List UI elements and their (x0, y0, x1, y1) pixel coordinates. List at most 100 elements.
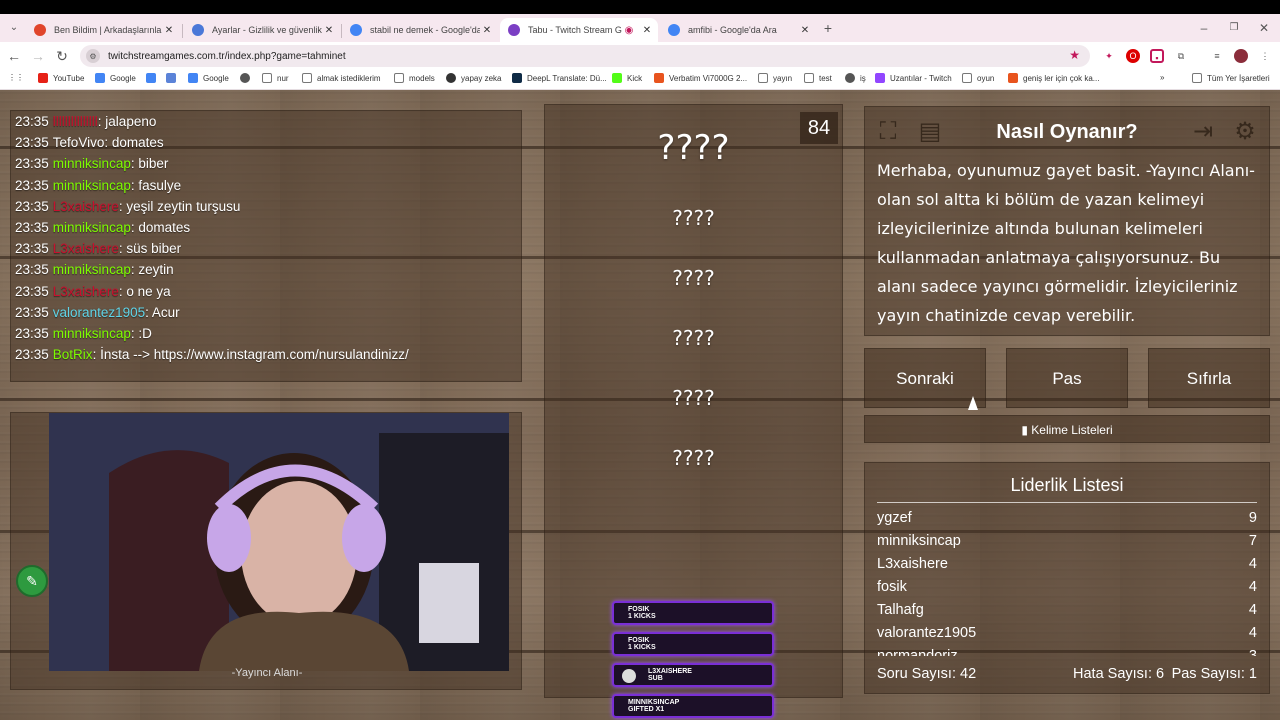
maximize-icon[interactable]: ❐ (1224, 18, 1244, 38)
forbidden-word: ???? (672, 386, 715, 410)
bookmark-folder-models[interactable]: models (394, 73, 435, 83)
bookmark-translate[interactable] (166, 73, 181, 83)
verbatim-icon (654, 73, 664, 83)
close-icon[interactable]: ✕ (640, 25, 654, 36)
tab-search-icon[interactable]: ⌄ (4, 18, 24, 38)
bookmark-google-2[interactable] (146, 73, 161, 83)
bookmark-is[interactable]: iş (845, 73, 866, 83)
kick-icon (612, 73, 622, 83)
tab-5[interactable]: amfibi - Google'da Ara ✕ (660, 18, 816, 42)
new-tab-icon[interactable]: + (818, 18, 838, 38)
extension-pin-icon[interactable]: ✦ (1102, 49, 1116, 63)
bookmark-kick[interactable]: Kick (612, 73, 642, 83)
tab-title: Tabu - Twitch Stream Game (528, 25, 622, 35)
browser-toolbar: ← → ↻ ⚙ twitchstreamgames.com.tr/index.p… (0, 42, 1280, 70)
bookmark-folder-yayin[interactable]: yayın (758, 73, 792, 83)
profile-avatar[interactable] (1234, 49, 1248, 63)
bookmark-globe[interactable] (240, 73, 255, 83)
tab-1[interactable]: Ben Bildim | Arkadaşlarınla Onli ✕ (26, 18, 180, 42)
chat-username: minniksincap (52, 220, 131, 235)
tab-title: stabil ne demek - Google'da A (370, 25, 480, 35)
bookmark-folder-test[interactable]: test (804, 73, 832, 83)
word-lists-button[interactable]: ▮ Kelime Listeleri (864, 415, 1270, 443)
webcam-panel: -Yayıncı Alanı- (10, 412, 522, 690)
bookmark-yapay-zeka[interactable]: yapay zeka (446, 73, 501, 83)
bookmark-deepl[interactable]: DeepL Translate: Dü... (512, 73, 607, 83)
minimize-icon[interactable]: – (1194, 18, 1214, 38)
bookmark-google-3[interactable]: Google (188, 73, 229, 83)
pass-button[interactable]: Pas (1006, 348, 1128, 408)
extensions-puzzle-icon[interactable]: ⧉ (1174, 49, 1188, 63)
question-count: Soru Sayısı: 42 (877, 666, 977, 682)
close-icon[interactable]: ✕ (162, 25, 176, 36)
bookmark-google[interactable]: Google (95, 73, 136, 83)
leaderboard-row: fosik 4 (877, 579, 1257, 595)
chat-text: : biber (130, 156, 169, 172)
address-bar[interactable]: ⚙ twitchstreamgames.com.tr/index.php?gam… (80, 45, 1090, 67)
bookmark-folder-oyun[interactable]: oyun (962, 73, 994, 83)
alert-box: FOSIK 1 KICKS (612, 601, 774, 625)
openai-icon (446, 73, 456, 83)
forbidden-word: ???? (672, 446, 715, 470)
chat-message: 23:35 minniksincap: domates (15, 220, 190, 235)
tab-3[interactable]: stabil ne demek - Google'da A ✕ (342, 18, 498, 42)
forbidden-word: ???? (672, 206, 715, 230)
leaderboard-row: valorantez1905 4 (877, 625, 1257, 641)
forward-icon[interactable]: → (28, 46, 48, 66)
chat-message: 23:35 L3xaishere: o ne ya (15, 284, 171, 299)
tab-title: Ayarlar - Gizlilik ve güvenlik (212, 25, 322, 35)
alert-box: L3XAISHERE SUB (612, 663, 774, 687)
leaderboard-row: ygzef 9 (877, 510, 1257, 526)
bookmark-star-icon[interactable]: ★ (1069, 48, 1080, 62)
reset-button[interactable]: Sıfırla (1148, 348, 1270, 408)
chat-text: : süs biber (118, 241, 182, 257)
google-icon (95, 73, 105, 83)
url-text: twitchstreamgames.com.tr/index.php?game=… (108, 50, 346, 62)
twitch-icon (875, 73, 885, 83)
leaderboard-row: L3xaishere 4 (877, 556, 1257, 572)
menu-dots-icon[interactable]: ⋮ (1258, 49, 1272, 63)
bookmark-youtube[interactable]: YouTube (38, 73, 84, 83)
google-icon (188, 73, 198, 83)
chat-username: L3xaishere (52, 198, 119, 214)
window-close-icon[interactable]: ✕ (1254, 18, 1274, 38)
chat-message: 23:35 TefoVivo: domates (15, 135, 164, 150)
bookmark-folder-almak[interactable]: almak istediklerim (302, 73, 381, 83)
bookmark-twitch-extensions[interactable]: Uzantılar - Twitch (875, 73, 952, 83)
bookmark-verbatim[interactable]: Verbatim Vi7000G 2... (654, 73, 747, 83)
chat-time: 23:35 (15, 347, 49, 363)
extension-opera-icon[interactable]: O (1126, 49, 1140, 63)
reload-icon[interactable]: ↻ (52, 46, 72, 66)
all-bookmarks[interactable]: Tüm Yer İşaretleri (1192, 73, 1270, 83)
error-count: Hata Sayısı: 6 (1073, 666, 1165, 682)
close-icon[interactable]: ✕ (798, 25, 812, 36)
tab-2[interactable]: Ayarlar - Gizlilik ve güvenlik ✕ (184, 18, 340, 42)
chat-text: : domates (104, 135, 164, 151)
pass-count: Pas Sayısı: 1 (1171, 666, 1257, 682)
bookmark-genis[interactable]: geniş ler için çok ka... (1008, 73, 1099, 83)
extension-record-icon[interactable]: ▪ (1150, 49, 1164, 63)
leaderboard-row: normandoriz 3 (877, 648, 1257, 656)
bookmarks-bar: ⋮⋮ YouTube Google Google nur almak isted… (0, 70, 1280, 90)
close-icon[interactable]: ✕ (322, 25, 336, 36)
tab-strip: ⌄ Ben Bildim | Arkadaşlarınla Onli ✕ Aya… (0, 14, 1280, 42)
howto-title: Nasıl Oynanır? (996, 121, 1138, 143)
folder-icon (758, 73, 768, 83)
bookmarks-overflow-icon[interactable]: » (1160, 73, 1164, 82)
close-icon[interactable]: ✕ (480, 25, 494, 36)
chat-username: minniksincap (52, 262, 131, 278)
back-icon[interactable]: ← (4, 46, 24, 66)
chat-username: minniksincap (52, 177, 131, 193)
apps-grid-icon[interactable]: ⋮⋮ (8, 73, 24, 82)
bookmark-folder-nur[interactable]: nur (262, 73, 289, 83)
site-info-icon[interactable]: ⚙ (86, 49, 100, 63)
chat-text: : o ne ya (118, 283, 171, 299)
chat-message: 23:35 minniksincap: :D (15, 326, 152, 341)
globe-icon (240, 73, 250, 83)
chat-message: 23:35 L3xaishere: süs biber (15, 241, 181, 256)
tab-4-active[interactable]: Tabu - Twitch Stream Game ◉ ✕ (500, 18, 658, 42)
chat-time: 23:35 (15, 283, 49, 299)
chat-time: 23:35 (15, 241, 49, 257)
reading-list-icon[interactable]: ≡ (1210, 49, 1224, 63)
pencil-edit-button[interactable]: ✎ (16, 565, 48, 597)
